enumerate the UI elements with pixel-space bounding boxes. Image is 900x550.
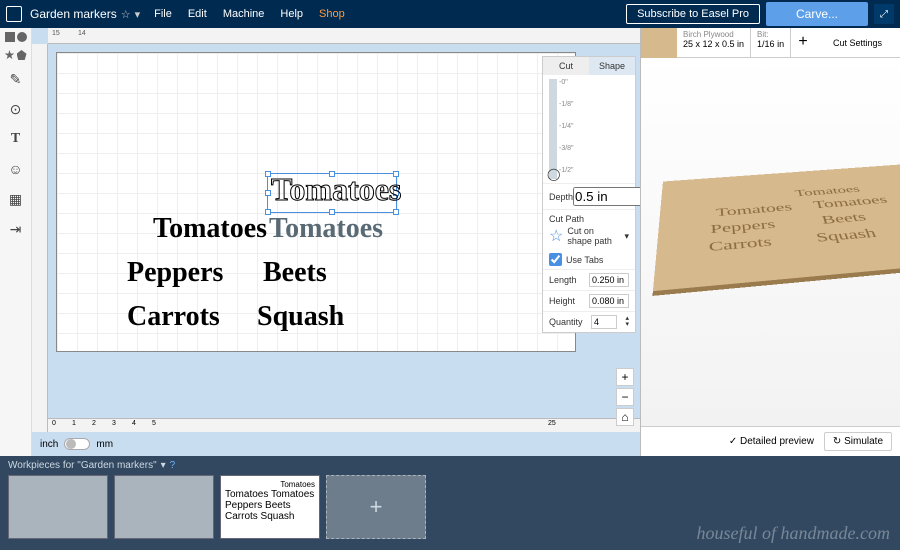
menu-edit[interactable]: Edit — [188, 8, 207, 20]
use-tabs-checkbox[interactable] — [549, 253, 562, 266]
subscribe-button[interactable]: Subscribe to Easel Pro — [626, 4, 760, 24]
material-swatch-icon[interactable] — [641, 28, 677, 58]
depth-handle-icon[interactable]: ◯ — [547, 167, 560, 181]
drill-tool-icon[interactable]: ⊙ — [5, 98, 27, 120]
workpiece-thumb-2[interactable] — [114, 475, 214, 539]
carve-button[interactable]: Carve... — [766, 2, 868, 26]
apps-tool-icon[interactable]: ▦ — [5, 188, 27, 210]
preview-board: Tomatoes Tomatoes Tomatoes Peppers Beets… — [653, 164, 900, 291]
simulate-button[interactable]: ↻ Simulate — [824, 432, 892, 451]
design-canvas[interactable]: 1514 Tomatoes Tomatoes Tomatoes Peppers … — [32, 28, 640, 456]
zoom-in-button[interactable]: + — [616, 368, 634, 386]
preview-3d-viewport[interactable]: Tomatoes Tomatoes Tomatoes Peppers Beets… — [641, 58, 900, 426]
pen-tool-icon[interactable]: ✎ — [5, 68, 27, 90]
workpieces-caret-icon[interactable]: ▾ — [161, 460, 166, 471]
ruler-bottom: 012 345 25 — [48, 418, 640, 432]
shape-star-pentagon[interactable] — [5, 50, 27, 60]
depth-input[interactable] — [573, 187, 640, 206]
zoom-controls: + − ⌂ — [616, 368, 634, 426]
menu-shop[interactable]: Shop — [319, 8, 345, 20]
workpieces-label: Workpieces for "Garden markers" — [8, 460, 157, 471]
ruler-top: 1514 — [48, 28, 640, 44]
preview-footer: ✓ Detailed preview ↻ Simulate — [641, 426, 900, 456]
dropdown-caret-icon[interactable]: ▾ — [135, 8, 141, 21]
bit-info[interactable]: Bit: 1/16 in — [751, 28, 791, 57]
text-carrots[interactable]: Carrots — [127, 301, 220, 333]
preview-header: Birch Plywood 25 x 12 x 0.5 in Bit: 1/16… — [641, 28, 900, 58]
use-tabs-label: Use Tabs — [566, 255, 603, 265]
project-title[interactable]: Garden markers — [30, 7, 117, 21]
zoom-out-button[interactable]: − — [616, 388, 634, 406]
height-input[interactable] — [589, 294, 629, 308]
cutpath-caret-icon[interactable]: ▾ — [624, 231, 629, 242]
tab-cut[interactable]: Cut — [543, 57, 589, 75]
text-tomatoes-outline[interactable]: Tomatoes — [271, 171, 401, 208]
workpieces-help-icon[interactable]: ? — [170, 460, 176, 471]
favorite-star-icon[interactable]: ☆ — [121, 8, 131, 21]
shape-square-circle[interactable] — [5, 32, 27, 42]
preview-panel: Birch Plywood 25 x 12 x 0.5 in Bit: 1/16… — [640, 28, 900, 456]
depth-slider[interactable]: -0" -1/8" -1/4" -3/8" -1/2" ◯ — [549, 79, 629, 179]
cutpath-star-icon: ☆ — [549, 226, 563, 246]
workpiece-area[interactable]: Tomatoes Tomatoes Tomatoes Peppers Beets… — [56, 52, 576, 352]
cut-settings-button[interactable]: Cut Settings — [815, 28, 900, 57]
expand-arrows-icon[interactable]: ⤢ — [874, 4, 894, 24]
text-squash[interactable]: Squash — [257, 301, 344, 333]
resize-handle[interactable] — [393, 209, 399, 215]
text-tomatoes-1[interactable]: Tomatoes — [153, 213, 267, 245]
add-workpiece-button[interactable]: + — [326, 475, 426, 539]
menu-help[interactable]: Help — [280, 8, 303, 20]
unit-toggle[interactable] — [64, 438, 90, 450]
text-tomatoes-2[interactable]: Tomatoes — [269, 213, 383, 245]
workpiece-thumb-1[interactable] — [8, 475, 108, 539]
workpiece-thumb-3[interactable]: Tomatoes Tomatoes Tomatoes Peppers Beets… — [220, 475, 320, 539]
properties-panel: Cut Shape -0" -1/8" -1/4" -3/8" -1/2" ◯ … — [542, 56, 636, 333]
canvas-footer: inch mm — [32, 432, 640, 456]
qty-stepper[interactable]: ▴▾ — [625, 316, 629, 328]
text-peppers[interactable]: Peppers — [127, 257, 223, 289]
cutpath-value[interactable]: Cut on shape path — [567, 226, 620, 246]
cutpath-label: Cut Path — [549, 214, 629, 224]
zoom-fit-button[interactable]: ⌂ — [616, 408, 634, 426]
height-label: Height — [549, 296, 575, 306]
app-header: Garden markers ☆ ▾ File Edit Machine Hel… — [0, 0, 900, 28]
qty-input[interactable] — [591, 315, 617, 329]
depth-label: Depth — [549, 192, 573, 202]
length-input[interactable] — [589, 273, 629, 287]
text-beets[interactable]: Beets — [263, 257, 327, 289]
menu-file[interactable]: File — [154, 8, 172, 20]
text-tool-icon[interactable]: T — [5, 128, 27, 150]
add-bit-button[interactable]: + — [791, 28, 815, 57]
icons-tool-icon[interactable]: ☺ — [5, 158, 27, 180]
import-tool-icon[interactable]: ⇥ — [5, 218, 27, 240]
detailed-preview-toggle[interactable]: ✓ Detailed preview — [729, 436, 814, 447]
main-row: ✎ ⊙ T ☺ ▦ ⇥ 1514 Tomatoes — [0, 28, 900, 456]
unit-inch[interactable]: inch — [40, 439, 58, 450]
tab-shape[interactable]: Shape — [589, 57, 635, 75]
workpieces-bar: Workpieces for "Garden markers" ▾ ? Toma… — [0, 456, 900, 550]
left-toolbar: ✎ ⊙ T ☺ ▦ ⇥ — [0, 28, 32, 456]
menu-machine[interactable]: Machine — [223, 8, 265, 20]
material-info[interactable]: Birch Plywood 25 x 12 x 0.5 in — [677, 28, 751, 57]
main-menu: File Edit Machine Help Shop — [154, 8, 345, 20]
qty-label: Quantity — [549, 317, 583, 327]
watermark: houseful of handmade.com — [697, 523, 890, 544]
unit-mm[interactable]: mm — [96, 439, 113, 450]
ruler-left — [32, 44, 48, 456]
length-label: Length — [549, 275, 577, 285]
easel-logo-icon — [6, 6, 22, 22]
